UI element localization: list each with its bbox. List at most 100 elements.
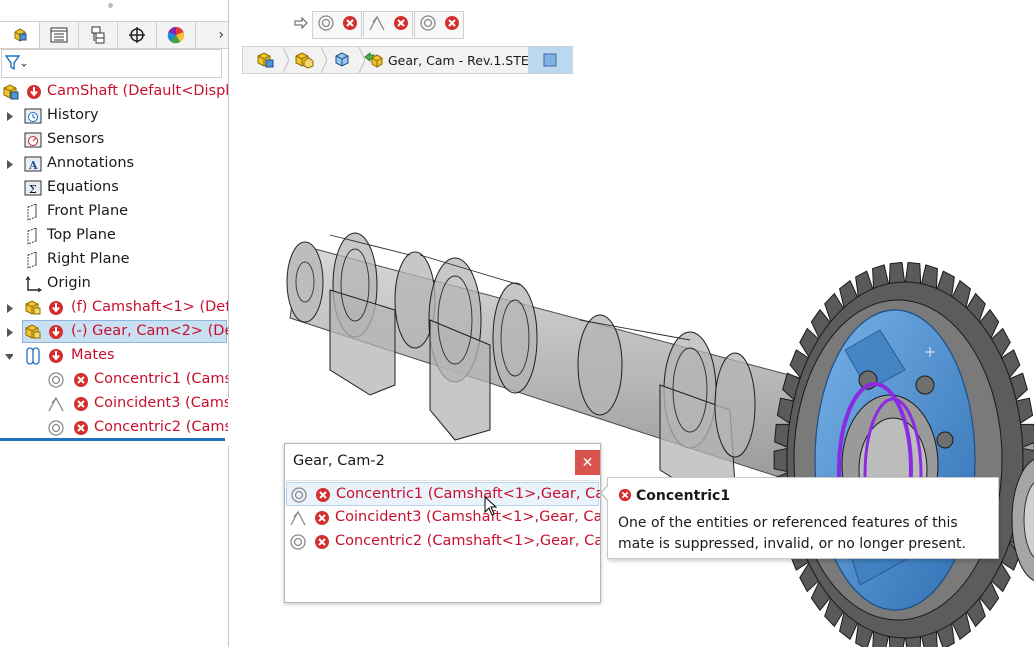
breadcrumb-end[interactable] (528, 47, 572, 73)
tree-folder-mates[interactable]: Mates (0, 344, 228, 368)
plane-icon (24, 251, 42, 269)
toolbar-mate-concentric2[interactable] (414, 11, 464, 39)
popup-mate-list: Concentric1 (Camshaft<1>,Gear, Cam<2>) C… (286, 480, 600, 601)
panel-grip[interactable] (108, 3, 113, 8)
error-icon (73, 420, 89, 436)
tree-mate-concentric1[interactable]: Concentric1 (Camshaft<1>,Gear, Cam<2>) (0, 368, 228, 392)
plane-icon (24, 227, 42, 245)
mate-label: Coincident3 (Camshaft<1>,Gear, Cam<2>) (94, 395, 228, 411)
tree-item-top-plane[interactable]: Top Plane (0, 224, 228, 248)
toolbar-mate-concentric1[interactable] (312, 11, 362, 39)
manager-tabs: › (0, 21, 228, 49)
error-icon (393, 15, 409, 35)
popup-mate-label: Coincident3 (Camshaft<1>,Gear, Cam<2>) (335, 509, 600, 525)
mate-errors-popup: Gear, Cam-2 ✕ Concentric1 (Camshaft<1>,G… (284, 443, 601, 603)
tree-root-label: CamShaft (Default<Display State-1>) (47, 83, 229, 99)
error-arrow-icon (48, 348, 64, 364)
tab-dimxpert-manager[interactable] (117, 22, 157, 48)
gear-tooth (888, 261, 906, 285)
gear-tooth (904, 261, 922, 285)
breadcrumb-assembly[interactable] (251, 47, 281, 73)
mates-folder-label: Mates (71, 347, 115, 363)
tree-mate-coincident3[interactable]: Coincident3 (Camshaft<1>,Gear, Cam<2>) (0, 392, 228, 416)
body-icon (335, 52, 349, 67)
tree-component-gear[interactable]: (-) Gear, Cam<2> (Default<<Default>_Disp… (0, 320, 228, 344)
component-label: (f) Camshaft<1> (Default<<Default>_Displ… (71, 299, 228, 315)
tree-item-history[interactable]: History (0, 104, 228, 128)
step-file-icon (364, 51, 383, 68)
error-arrow-icon (48, 324, 64, 340)
tree-item-label: Top Plane (47, 227, 116, 243)
tooltip-title: Concentric1 (636, 488, 731, 504)
error-icon (444, 15, 460, 35)
tab-configuration-manager[interactable] (78, 22, 118, 48)
mouse-cursor-icon (484, 496, 498, 516)
feature-manager-panel: › CamShaft (Default<Display State-1>) (0, 0, 229, 647)
tree-root[interactable]: CamShaft (Default<Display State-1>) (0, 80, 228, 104)
assembly-icon (257, 52, 274, 68)
tree-item-label: Equations (47, 179, 119, 195)
tree-mate-concentric2[interactable]: Concentric2 (Camshaft<1>,Gear, Cam<2>) (0, 416, 228, 440)
mate-label: Concentric2 (Camshaft<1>,Gear, Cam<2>) (94, 419, 228, 435)
tree-component-camshaft[interactable]: (f) Camshaft<1> (Default<<Default>_Displ… (0, 296, 228, 320)
popup-mate-concentric2[interactable]: Concentric2 (Camshaft<1>,Gear, Cam<2>) (286, 530, 600, 554)
expand-arrow-icon[interactable] (6, 327, 14, 337)
breadcrumb-subassembly[interactable] (289, 47, 319, 73)
toolbar-mate-coincident3[interactable] (363, 11, 413, 39)
concentric-mate-icon (419, 14, 437, 36)
popup-mate-coincident3[interactable]: Coincident3 (Camshaft<1>,Gear, Cam<2>) (286, 506, 600, 530)
tree-item-equations[interactable]: Σ Equations (0, 176, 228, 200)
error-arrow-icon (48, 300, 64, 316)
breadcrumb: Gear, Cam - Rev.1.STEP (242, 46, 573, 74)
error-icon (314, 510, 330, 526)
expand-arrow-icon[interactable] (6, 111, 14, 121)
equations-icon: Σ (24, 179, 42, 197)
error-icon (342, 15, 358, 35)
error-icon (314, 534, 330, 550)
collapse-arrow-icon[interactable] (5, 352, 13, 362)
part-icon (24, 299, 42, 317)
error-icon (73, 396, 89, 412)
expand-arrow-icon[interactable] (6, 159, 14, 169)
tooltip-pointer-inner (602, 485, 609, 501)
concentric-mate-icon (317, 14, 335, 36)
filter-icon (5, 55, 27, 71)
property-manager-icon (50, 27, 67, 43)
selection-pointer-icon[interactable] (290, 10, 312, 40)
square-icon (543, 53, 557, 67)
plane-icon (24, 203, 42, 221)
coincident-mate-icon (368, 14, 386, 36)
tab-feature-tree[interactable] (0, 22, 40, 48)
tooltip-message: One of the entities or referenced featur… (618, 515, 966, 552)
expand-arrow-icon[interactable] (6, 303, 14, 313)
tree-item-sensors[interactable]: Sensors (0, 128, 228, 152)
breadcrumb-body[interactable] (327, 47, 357, 73)
popup-close-button[interactable]: ✕ (575, 450, 600, 475)
tree-item-annotations[interactable]: A Annotations (0, 152, 228, 176)
tree-item-right-plane[interactable]: Right Plane (0, 248, 228, 272)
popup-mate-label: Concentric1 (Camshaft<1>,Gear, Cam<2>) (336, 486, 600, 502)
breadcrumb-file-icon[interactable] (363, 47, 385, 73)
annotations-icon: A (24, 155, 42, 173)
sensors-icon (24, 131, 42, 149)
tree-item-origin[interactable]: Origin (0, 272, 228, 296)
popup-mate-label: Concentric2 (Camshaft<1>,Gear, Cam<2>) (335, 533, 600, 549)
display-manager-icon (167, 26, 184, 44)
configuration-manager-icon (91, 26, 104, 44)
mate-label: Concentric1 (Camshaft<1>,Gear, Cam<2>) (94, 371, 228, 387)
tab-display-manager[interactable] (156, 22, 196, 48)
concentric-mate-icon (289, 533, 307, 551)
tabs-more-arrow[interactable]: › (218, 22, 224, 48)
tree-filter-box[interactable] (1, 49, 222, 78)
tree-item-label: Front Plane (47, 203, 129, 219)
popup-mate-concentric1[interactable]: Concentric1 (Camshaft<1>,Gear, Cam<2>) (286, 482, 600, 506)
svg-text:A: A (28, 159, 38, 172)
part-icon (24, 323, 42, 341)
error-icon (315, 487, 331, 503)
tab-property-manager[interactable] (39, 22, 79, 48)
breadcrumb-file-label[interactable]: Gear, Cam - Rev.1.STEP (388, 53, 536, 68)
popup-title: Gear, Cam-2 (293, 453, 385, 469)
tree-item-front-plane[interactable]: Front Plane (0, 200, 228, 224)
tree-item-label: Origin (47, 275, 91, 291)
mate-error-tooltip: Concentric1 One of the entities or refer… (607, 477, 999, 559)
